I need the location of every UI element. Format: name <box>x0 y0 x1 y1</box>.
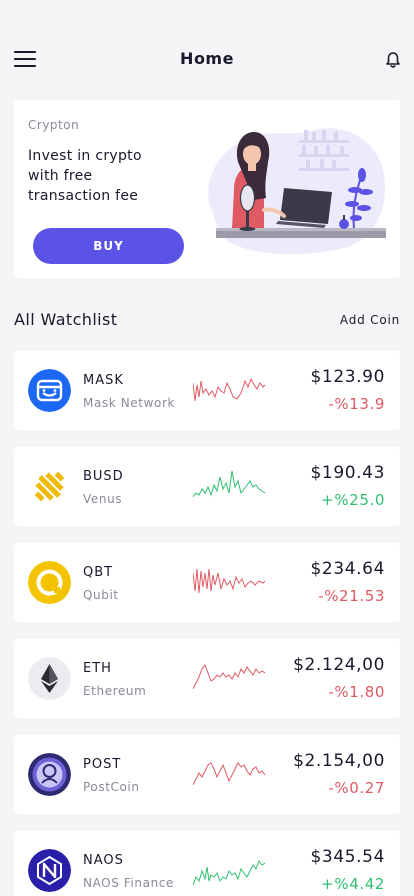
coin-row-eth[interactable]: ETH Ethereum $2.124,00 -%1.80 <box>14 639 400 718</box>
buy-button[interactable]: BUY <box>33 228 184 264</box>
bell-icon[interactable] <box>384 51 402 69</box>
price-sparkline <box>193 859 265 886</box>
coin-change: -%1.80 <box>328 683 385 701</box>
coin-row-busd[interactable]: BUSD Venus $190.43 +%25.0 <box>14 447 400 526</box>
coin-price: $190.43 <box>310 463 385 483</box>
naos-logo-icon <box>28 849 71 892</box>
promo-headline: Invest in crypto with free transaction f… <box>28 146 178 206</box>
ethereum-logo-icon <box>28 657 71 700</box>
coin-name: Mask Network <box>83 396 176 410</box>
price-sparkline <box>193 377 265 402</box>
woman-at-laptop-illustration <box>208 128 386 255</box>
watchlist-header: All Watchlist Add Coin <box>14 308 400 332</box>
coin-change: +%4.42 <box>321 875 385 893</box>
coin-symbol: ETH <box>83 661 112 676</box>
coin-row-mask[interactable]: MASK Mask Network $123.90 -%13.9 <box>14 351 400 430</box>
coin-price: $2.124,00 <box>293 655 385 675</box>
page-title: Home <box>180 49 234 68</box>
coin-price: $345.54 <box>310 847 385 867</box>
coin-price: $2.154,00 <box>293 751 385 771</box>
price-sparkline <box>193 470 265 498</box>
coin-symbol: BUSD <box>83 469 124 484</box>
coin-price: $234.64 <box>310 559 385 579</box>
promo-headline-line: Invest in crypto <box>28 148 142 164</box>
coin-row-post[interactable]: POST PostCoin $2.154,00 -%0.27 <box>14 735 400 814</box>
coin-symbol: NAOS <box>83 853 124 868</box>
coin-name: Qubit <box>83 588 119 602</box>
top-bar: Home <box>0 40 414 80</box>
coin-symbol: POST <box>83 757 122 772</box>
mask-network-logo-icon <box>28 369 71 412</box>
coin-name: Venus <box>83 492 123 506</box>
watchlist-title: All Watchlist <box>14 310 118 329</box>
coin-symbol: QBT <box>83 565 114 580</box>
coin-change: -%21.53 <box>318 587 385 605</box>
promo-card: Crypton Invest in crypto with free trans… <box>14 100 400 278</box>
coin-row-naos[interactable]: NAOS NAOS Finance $345.54 +%4.42 <box>14 831 400 896</box>
promo-brand: Crypton <box>28 118 80 132</box>
promo-headline-line: with free <box>28 168 93 184</box>
coin-change: +%25.0 <box>321 491 385 509</box>
coin-name: NAOS Finance <box>83 876 174 890</box>
price-sparkline <box>193 762 265 786</box>
coin-symbol: MASK <box>83 373 124 388</box>
price-sparkline <box>193 568 265 594</box>
coin-name: Ethereum <box>83 684 147 698</box>
promo-headline-line: transaction fee <box>28 188 139 204</box>
coin-name: PostCoin <box>83 780 140 794</box>
coin-change: -%13.9 <box>328 395 385 413</box>
busd-logo-icon <box>28 465 71 508</box>
coin-price: $123.90 <box>310 367 385 387</box>
postcoin-logo-icon <box>28 753 71 796</box>
qubit-logo-icon <box>28 561 71 604</box>
add-coin-button[interactable]: Add Coin <box>340 313 400 327</box>
coin-row-qbt[interactable]: QBT Qubit $234.64 -%21.53 <box>14 543 400 622</box>
price-sparkline <box>193 663 265 690</box>
coin-change: -%0.27 <box>328 779 385 797</box>
